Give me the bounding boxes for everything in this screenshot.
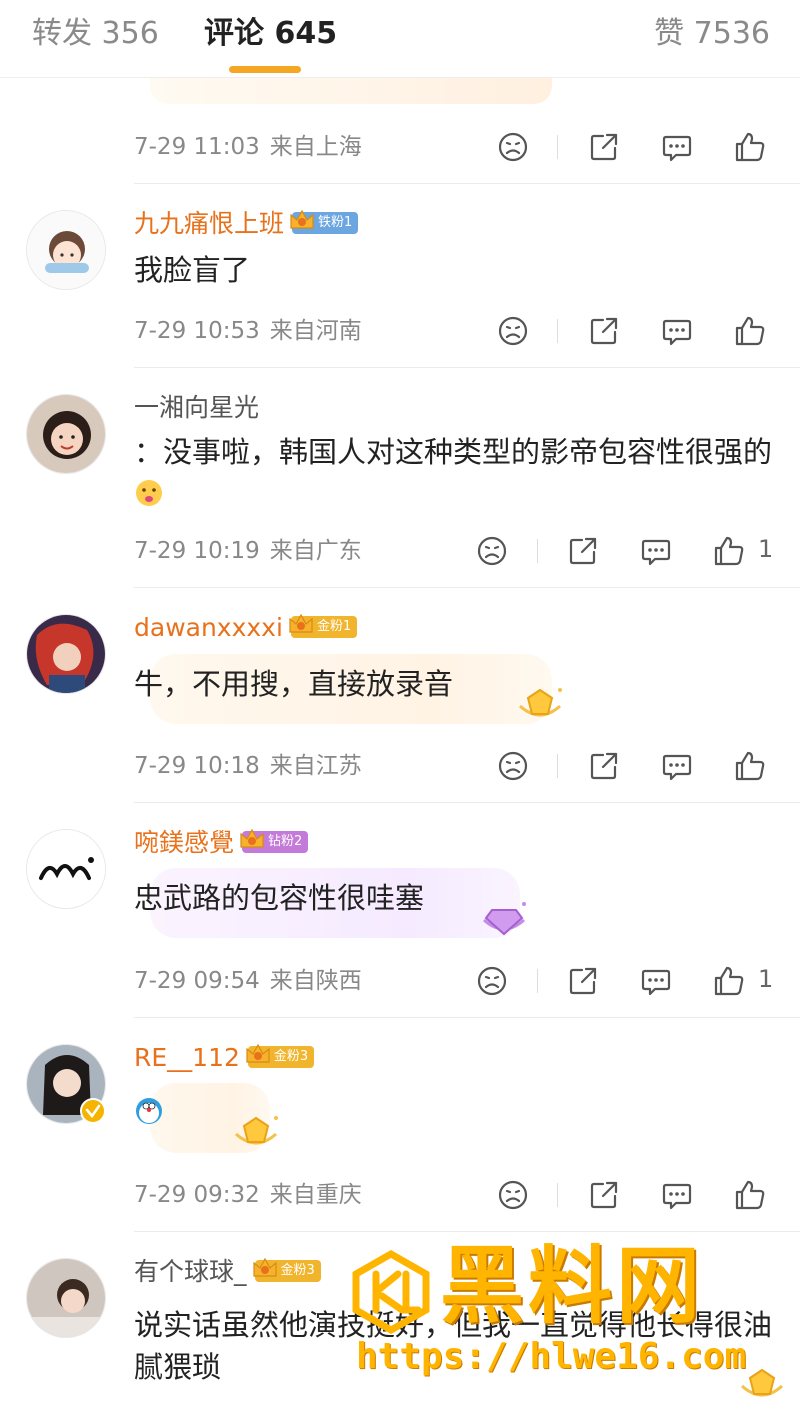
fan-badge: 金粉3 <box>252 1258 321 1282</box>
previous-comment-bubble <box>150 78 552 104</box>
thinking-face-emoji <box>136 480 162 506</box>
username[interactable]: dawanxxxxi 金粉1 <box>134 612 358 644</box>
dislike-icon[interactable] <box>493 1175 533 1215</box>
share-icon[interactable] <box>584 127 624 167</box>
comment-divider <box>134 802 800 803</box>
active-tab-indicator <box>229 66 301 73</box>
comment-divider <box>134 587 800 588</box>
share-icon[interactable] <box>563 531 603 571</box>
reply-icon[interactable] <box>657 746 697 786</box>
like-count: 1 <box>758 965 774 993</box>
username[interactable]: 九九痛恨上班 铁粉1 <box>134 208 359 240</box>
reply-icon[interactable] <box>636 531 676 571</box>
share-icon[interactable] <box>584 311 624 351</box>
like-icon[interactable] <box>709 531 749 571</box>
avatar[interactable] <box>26 394 106 474</box>
verified-icon <box>80 1098 106 1124</box>
username[interactable]: 啘鎂感覺 钻粉2 <box>134 827 309 859</box>
fan-badge: 金粉3 <box>246 1044 315 1068</box>
share-icon[interactable] <box>563 961 603 1001</box>
like-count: 1 <box>758 535 774 563</box>
tab-like[interactable]: 赞 7536 <box>654 14 770 54</box>
action-separator <box>557 135 558 159</box>
dislike-icon[interactable] <box>493 746 533 786</box>
comment-actions <box>0 127 800 167</box>
action-separator <box>557 319 558 343</box>
dislike-icon[interactable] <box>472 531 512 571</box>
share-icon[interactable] <box>584 1175 624 1215</box>
fan-badge: 钻粉2 <box>240 829 309 853</box>
action-separator <box>557 754 558 778</box>
like-icon[interactable] <box>709 961 749 1001</box>
reply-icon[interactable] <box>636 961 676 1001</box>
doraemon-emoji <box>136 1098 162 1124</box>
fan-badge: 金粉1 <box>289 614 358 638</box>
comment-text: 说实话虽然他演技挺好，但我一直觉得他长得很油腻猥琐 <box>134 1308 773 1384</box>
comment-divider <box>134 367 800 368</box>
dislike-icon[interactable] <box>493 311 533 351</box>
reply-icon[interactable] <box>657 1175 697 1215</box>
gold-gem-icon <box>234 1116 278 1145</box>
action-separator <box>537 969 538 993</box>
comment-divider <box>134 1231 800 1232</box>
comment-text: ：没事啦，韩国人对这种类型的影帝包容性很强的 <box>134 431 774 515</box>
like-icon[interactable] <box>730 1175 770 1215</box>
fan-badge: 铁粉1 <box>290 210 359 234</box>
comment-actions: 1 <box>0 961 800 1001</box>
action-separator <box>557 1183 558 1207</box>
comment-text: 牛，不用搜，直接放录音 <box>134 667 454 701</box>
comment-actions <box>0 311 800 351</box>
username[interactable]: 有个球球_ 金粉3 <box>134 1256 321 1288</box>
avatar[interactable] <box>26 829 106 909</box>
avatar[interactable] <box>26 210 106 290</box>
comment-text: 忠武路的包容性很哇塞 <box>134 881 425 915</box>
username[interactable]: RE__112 金粉3 <box>134 1042 315 1074</box>
comment-tab-bar: 转发 356 评论 645 赞 7536 <box>0 0 800 78</box>
avatar[interactable] <box>26 1258 106 1338</box>
share-icon[interactable] <box>584 746 624 786</box>
like-icon[interactable] <box>730 311 770 351</box>
comment-divider <box>134 1017 800 1018</box>
action-separator <box>537 539 538 563</box>
comment-actions <box>0 746 800 786</box>
username[interactable]: 一湘向星光 <box>134 392 259 424</box>
gold-gem-icon <box>740 1368 784 1397</box>
comment-actions: 1 <box>0 531 800 571</box>
comment-divider <box>134 183 800 184</box>
like-icon[interactable] <box>730 746 770 786</box>
comment-actions <box>0 1175 800 1215</box>
dislike-icon[interactable] <box>472 961 512 1001</box>
tab-comment[interactable]: 评论 645 <box>204 14 337 54</box>
reply-icon[interactable] <box>657 311 697 351</box>
reply-icon[interactable] <box>657 127 697 167</box>
avatar[interactable] <box>26 614 106 694</box>
comment-text: 我脸盲了 <box>134 253 251 287</box>
like-icon[interactable] <box>730 127 770 167</box>
tab-repost[interactable]: 转发 356 <box>32 14 159 54</box>
dislike-icon[interactable] <box>493 127 533 167</box>
